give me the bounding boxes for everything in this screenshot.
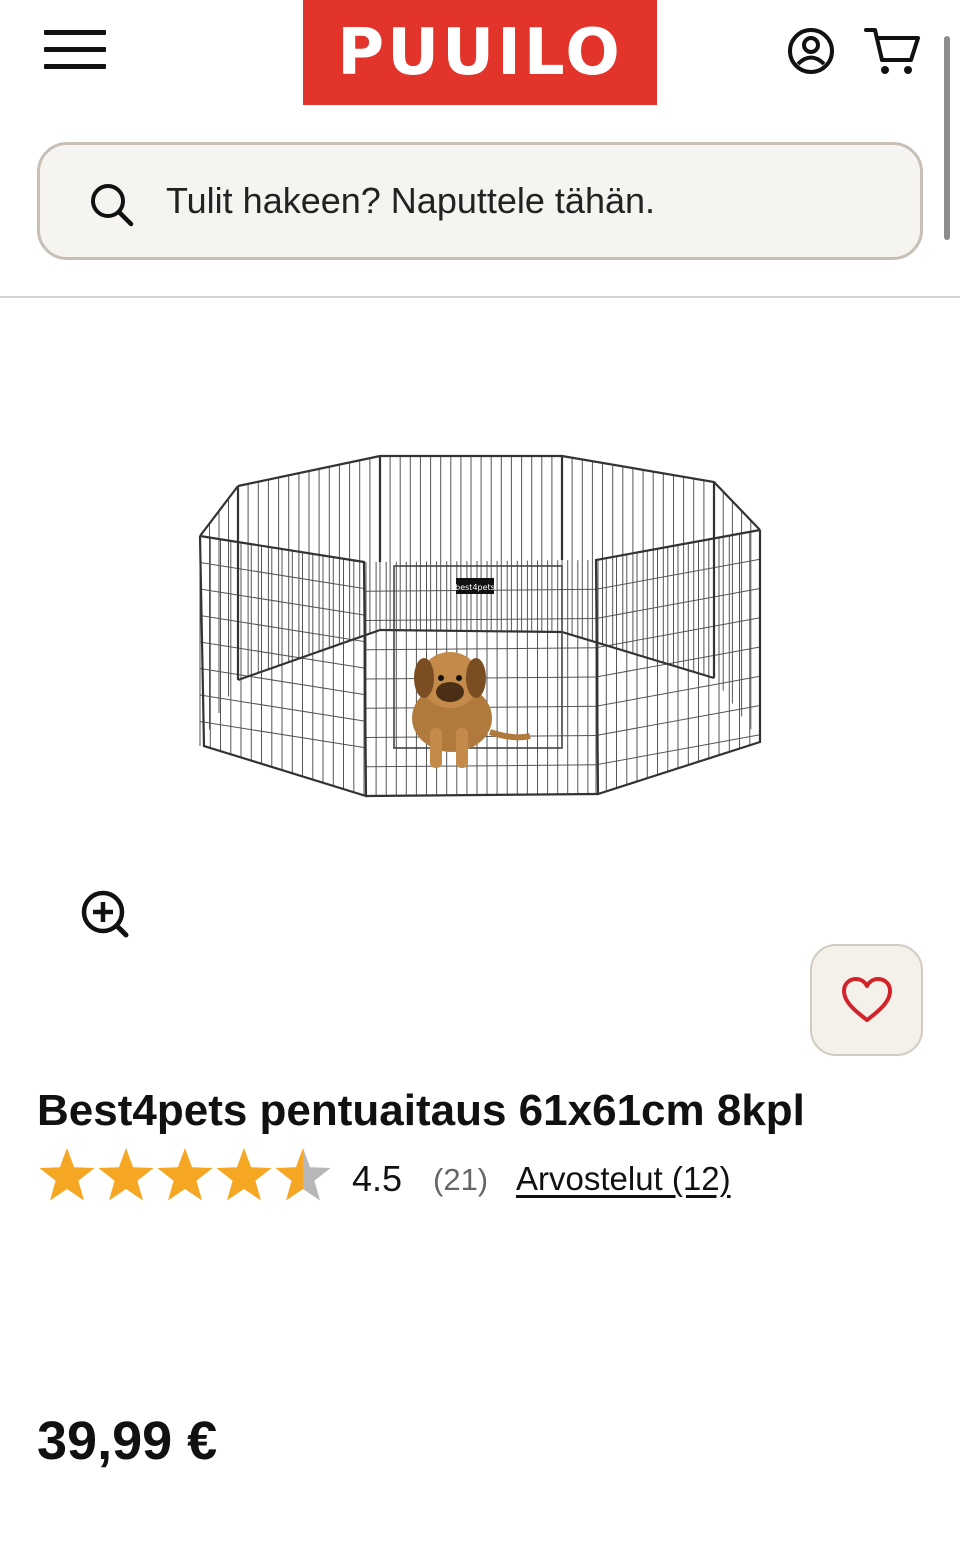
shopping-cart-icon <box>864 28 920 74</box>
search-icon <box>91 184 134 227</box>
menu-line <box>44 47 106 52</box>
rating-stars[interactable] <box>37 1146 337 1206</box>
product-image[interactable]: best4pets <box>194 450 768 808</box>
search-bar[interactable] <box>37 142 923 260</box>
rating-star <box>98 1148 154 1201</box>
favorite-button[interactable] <box>810 944 923 1056</box>
reviews-link[interactable]: Arvostelut (12) <box>516 1160 731 1198</box>
search-input[interactable] <box>166 173 866 229</box>
site-header: PUUILO <box>0 0 960 298</box>
cart-button[interactable] <box>864 24 922 78</box>
hamburger-menu-button[interactable] <box>44 28 106 72</box>
rating-star <box>39 1148 95 1201</box>
rating-value: 4.5 <box>352 1158 403 1199</box>
account-button[interactable] <box>786 26 836 76</box>
heart-icon <box>841 977 892 1022</box>
menu-line <box>44 30 106 35</box>
user-account-icon <box>788 28 834 74</box>
rating-star <box>216 1148 272 1201</box>
puuilo-logo[interactable]: PUUILO <box>303 0 657 105</box>
product-title: Best4pets pentuaitaus 61x61cm 8kpl <box>37 1086 805 1135</box>
puppy <box>412 652 531 768</box>
menu-line <box>44 64 106 69</box>
rating-star <box>157 1148 213 1201</box>
playpen-fence <box>199 456 761 796</box>
brand-tag-text: best4pets <box>455 583 495 592</box>
product-price: 39,99 € <box>37 1411 218 1471</box>
rating-star <box>275 1148 331 1201</box>
playpen-frame <box>198 454 762 798</box>
page-scrollbar[interactable] <box>944 36 950 240</box>
logo-text: PUUILO <box>337 15 623 90</box>
zoom-button[interactable] <box>80 889 130 939</box>
zoom-in-icon <box>81 890 129 938</box>
rating-count: (21) <box>433 1162 489 1197</box>
